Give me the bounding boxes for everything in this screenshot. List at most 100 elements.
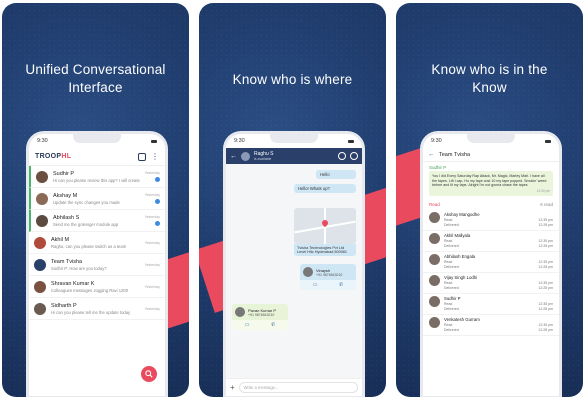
headline-line-1: Unified Conversational	[25, 62, 166, 77]
read-time: 12:35 pm	[538, 218, 553, 223]
chat-header: ← Raghu S is available	[226, 148, 362, 164]
unread-badge	[155, 199, 160, 204]
location-map[interactable]	[294, 208, 356, 244]
message-bubble-outgoing: Hello! Whats up?	[294, 184, 356, 193]
avatar	[429, 317, 440, 329]
chat-preview: Send me the goleniger module app	[53, 221, 119, 227]
avatar	[34, 236, 46, 249]
app-logo: TROOPHL	[35, 153, 72, 160]
reader-item: Venkatesh Gurram Read 12:35 pm Delivered 12:…	[423, 315, 559, 337]
message-time: 12:00 pm	[536, 188, 550, 193]
chat-name: Akhil M	[51, 236, 70, 243]
message-text: You I did Every Saturday Rap Attack, Mr.…	[432, 174, 547, 188]
phone-icon[interactable]: ✆	[339, 282, 343, 288]
avatar	[429, 233, 440, 245]
delivered-word: Delivered	[444, 286, 459, 291]
delivered-time: 12:28 pm	[538, 307, 553, 312]
app-bar: TROOPHL ⋮	[29, 148, 165, 166]
delivered-word: Delivered	[444, 307, 459, 312]
promo-panel-location: Know who is where 9:30 ← Raghu S is avai…	[199, 3, 386, 397]
headline-line-1: Know who is in the	[431, 62, 548, 77]
message-area: Hello Hello! Whats up? Tvisha Technologi…	[226, 164, 362, 378]
phone-icon[interactable]: ✆	[271, 322, 275, 328]
chat-name: Akshay M	[53, 192, 78, 199]
app-store-screenshots: Unified Conversational Interface 9:30 TR…	[0, 0, 585, 400]
chat-list-item[interactable]: Abhilash S Send me the goleniger module a…	[29, 210, 165, 232]
read-word: Read	[444, 302, 453, 307]
message-input[interactable]: Write a message...	[238, 382, 358, 393]
chat-time: Yesterday	[144, 284, 160, 289]
chat-list-item[interactable]: Akhil M Raghu, can you please switch as a…	[29, 232, 165, 254]
message-icon[interactable]: ▭	[245, 322, 250, 328]
chat-preview: Update the sync changes you made	[53, 199, 120, 205]
call-icon[interactable]	[338, 152, 346, 160]
read-word: Read	[444, 281, 453, 286]
delivered-time: 12:28 pm	[538, 286, 553, 291]
chat-name: Sudhir P	[53, 170, 75, 177]
phone-mockup: 9:30 ← Raghu S is available Hello Hello!…	[223, 131, 365, 397]
avatar	[429, 254, 440, 266]
back-arrow-icon[interactable]: ←	[230, 153, 237, 160]
chat-preview: Raghu, can you please switch as a team	[51, 243, 127, 249]
avatar	[36, 214, 48, 227]
unread-badge	[155, 221, 160, 226]
phone-notch	[467, 134, 515, 143]
reader-name: Sudhir P	[444, 296, 461, 302]
delivered-word: Delivered	[444, 223, 459, 228]
contact-card[interactable]: Vinaysh +91 9876543210 ▭ ✆	[300, 264, 356, 290]
contact-avatar	[303, 267, 313, 277]
reader-item: Sudhir P Read 12:35 pm Delivered 12:28 pm	[423, 294, 559, 316]
chat-name: Sidharth P	[51, 302, 77, 309]
search-icon	[145, 370, 153, 378]
attach-plus-icon[interactable]: +	[230, 383, 235, 392]
search-icon[interactable]	[350, 152, 358, 160]
chat-time: Yesterday	[144, 240, 160, 245]
message-bubble-outgoing: Hello	[316, 170, 356, 179]
map-pin-icon	[320, 218, 330, 228]
avatar	[429, 275, 440, 287]
signal-battery-icon	[545, 139, 551, 143]
promo-panel-unified: Unified Conversational Interface 9:30 TR…	[2, 3, 189, 397]
search-button[interactable]	[141, 366, 157, 382]
chat-time: Yesterday	[144, 306, 160, 311]
chat-list-item[interactable]: Shravan Kumar K Colleagues messages Joggi…	[29, 276, 165, 298]
location-address: Tvisha Technologies Pvt Ltd Level Hitc H…	[294, 244, 356, 256]
read-time: 12:35 pm	[538, 281, 553, 286]
contact-phone: +91 9876543210	[316, 272, 343, 277]
message-icon[interactable]: ▭	[313, 282, 318, 288]
chat-name: Abhilash S	[53, 214, 80, 221]
chat-preview: Sudhir P: How are you today?	[51, 265, 107, 271]
contact-name: Pavan Kumar P	[248, 307, 277, 313]
panel-headline: Know who is where	[199, 71, 386, 89]
reader-name: Venkatesh Gurram	[444, 317, 480, 323]
reader-item: Vijay Singh Lodhi Read 12:35 pm Delivered 12…	[423, 273, 559, 295]
delivered-time: 12:28 pm	[538, 265, 553, 270]
chat-name: Shravan Kumar K	[51, 280, 95, 287]
contact-avatar	[235, 307, 245, 317]
read-time: 12:35 pm	[538, 302, 553, 307]
chat-list-item[interactable]: Akshay M Update the sync changes you made…	[29, 188, 165, 210]
reader-name: Akhil Mallyala	[444, 233, 471, 239]
chat-time: Yesterday	[144, 193, 160, 197]
panel-headline: Unified Conversational Interface	[2, 61, 189, 97]
more-menu-icon[interactable]: ⋮	[151, 152, 159, 161]
panel-headline: Know who is in the Know	[396, 61, 583, 97]
chat-preview: Hi can you please tell me the update tod…	[51, 309, 131, 315]
back-arrow-icon[interactable]: ←	[428, 151, 435, 158]
phone-notch	[73, 134, 121, 143]
delivered-time: 12:28 pm	[538, 223, 553, 228]
phone-mockup: 9:30 TROOPHL ⋮ Sudhir P Hi can you please…	[26, 131, 168, 397]
phone-mockup: 9:30 ← Team Tvisha Sudhir P You I did Ev…	[420, 131, 562, 397]
contact-card[interactable]: Pavan Kumar P +91 9876543210 ▭ ✆	[232, 304, 288, 330]
reader-name: Akshay Mangodhe	[444, 212, 480, 218]
chat-list-item[interactable]: Sidharth P Hi can you please tell me the …	[29, 298, 165, 320]
new-chat-icon[interactable]	[138, 152, 146, 161]
chat-preview: Colleagues messages Jogging Ravi 1200	[51, 287, 129, 293]
avatar	[34, 302, 46, 315]
reader-item: Akhil Mallyala Read 12:35 pm Delivered 12:28…	[423, 231, 559, 253]
read-word: Read	[444, 218, 453, 223]
chat-list-item[interactable]: Team Tvisha Sudhir P: How are you today? Y…	[29, 254, 165, 276]
chat-list-item[interactable]: Sudhir P Hi can you please review this ap…	[29, 166, 165, 188]
chat-time: Yesterday	[144, 215, 160, 219]
status-time: 9:30	[431, 138, 442, 144]
